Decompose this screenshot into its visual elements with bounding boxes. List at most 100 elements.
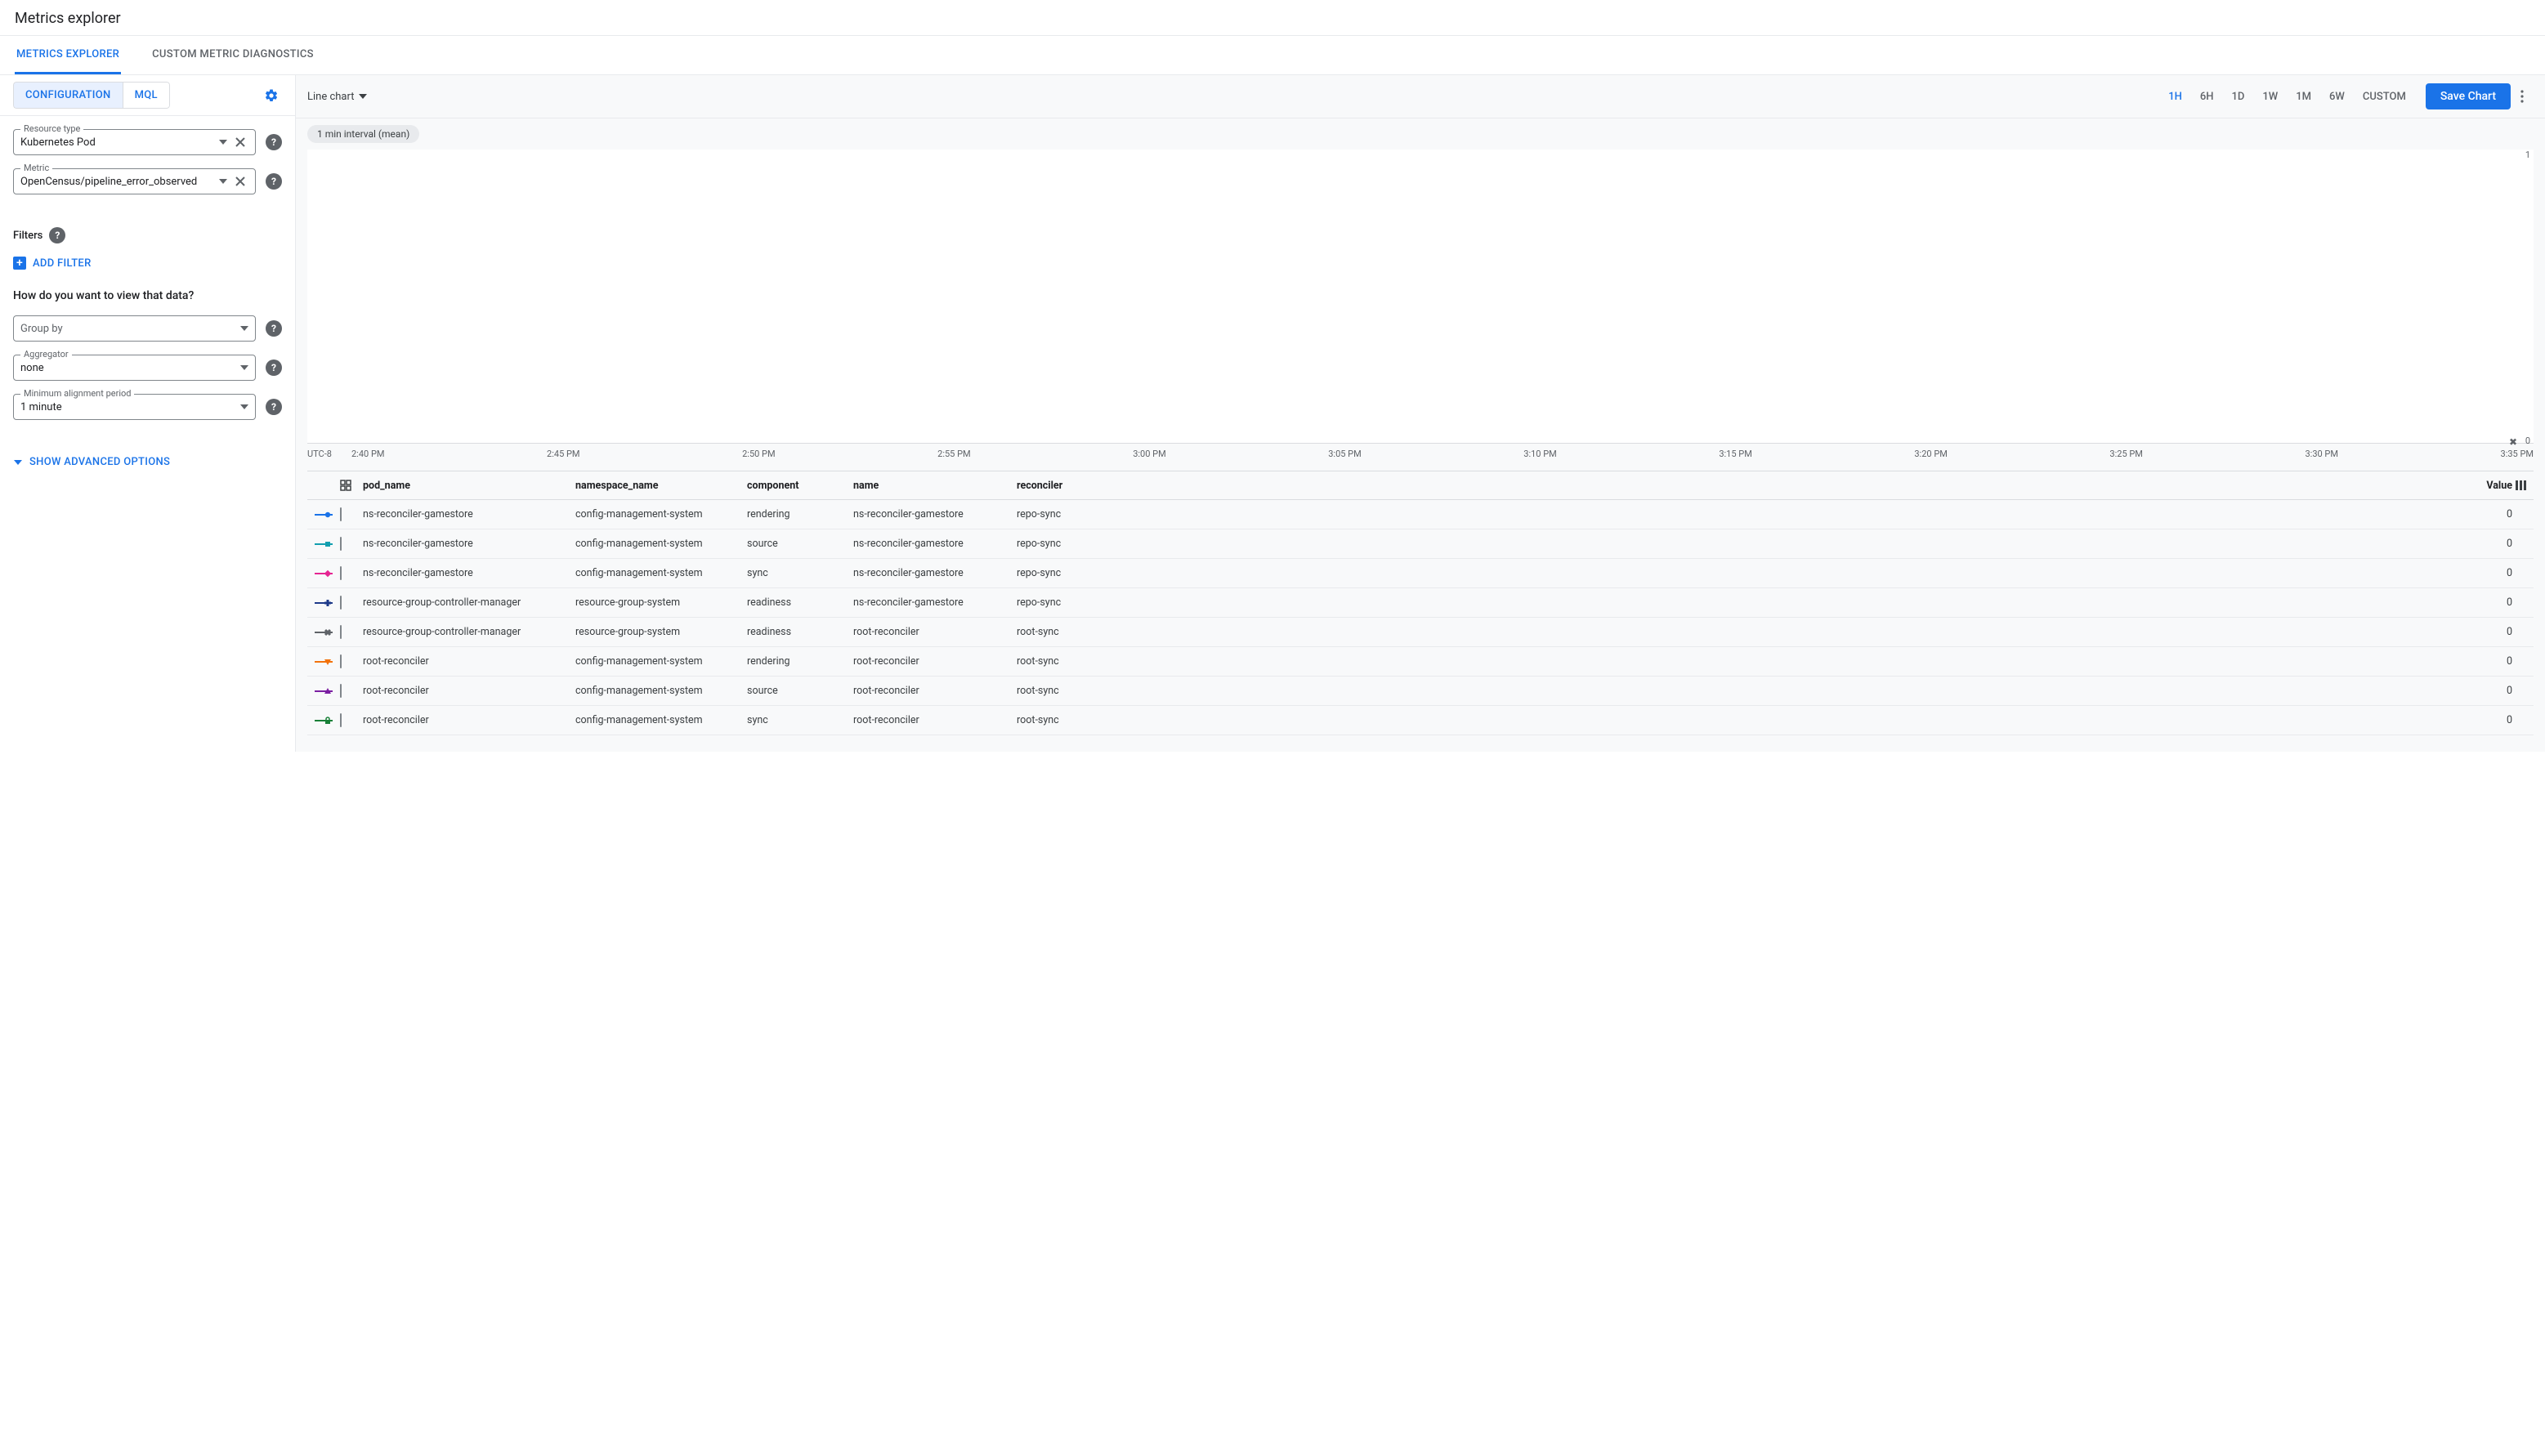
range-1h[interactable]: 1H xyxy=(2168,91,2182,103)
table-row[interactable]: resource-group-controller-manager resour… xyxy=(307,588,2534,618)
x-tick: 2:50 PM xyxy=(742,449,775,459)
x-tick: 3:20 PM xyxy=(1914,449,1947,459)
add-filter-button[interactable]: + ADD FILTER xyxy=(0,243,295,283)
table-icon xyxy=(340,480,363,491)
th-value[interactable]: Value xyxy=(2467,480,2516,492)
help-icon[interactable]: ? xyxy=(266,134,282,150)
cell-pod-name: resource-group-controller-manager xyxy=(363,596,575,609)
cell-name: ns-reconciler-gamestore xyxy=(853,567,1017,579)
x-tick: 3:35 PM xyxy=(2501,449,2534,459)
more-options-button[interactable] xyxy=(2511,90,2534,103)
table-row[interactable]: root-reconciler config-management-system… xyxy=(307,647,2534,677)
range-6h[interactable]: 6H xyxy=(2200,91,2214,103)
table-row[interactable]: ns-reconciler-gamestore config-managemen… xyxy=(307,500,2534,529)
x-tick: 3:10 PM xyxy=(1523,449,1556,459)
cell-component: rendering xyxy=(747,655,853,668)
cell-reconciler: root-sync xyxy=(1017,685,2467,697)
table-row[interactable]: root-reconciler config-management-system… xyxy=(307,677,2534,706)
time-range-group: 1H 6H 1D 1W 1M 6W CUSTOM xyxy=(2168,91,2406,103)
aggregator-select[interactable]: Aggregator none xyxy=(13,355,256,381)
series-checkbox[interactable] xyxy=(340,625,342,639)
cell-reconciler: root-sync xyxy=(1017,655,2467,668)
help-icon[interactable]: ? xyxy=(266,399,282,415)
x-axis-timezone: UTC-8 xyxy=(307,449,351,459)
x-tick: 3:15 PM xyxy=(1719,449,1751,459)
series-checkbox[interactable] xyxy=(340,507,342,521)
table-row[interactable]: resource-group-controller-manager resour… xyxy=(307,618,2534,647)
cell-value: 0 xyxy=(2467,508,2516,520)
clear-resource-type-button[interactable] xyxy=(232,134,248,150)
filters-label: Filters xyxy=(13,230,42,242)
zoom-out-icon[interactable]: ✖ xyxy=(2509,436,2517,448)
series-checkbox[interactable] xyxy=(340,596,342,610)
chart-plot-area[interactable]: 1 ✖ 0 xyxy=(307,150,2534,444)
group-by-select[interactable]: Group by xyxy=(13,315,256,342)
th-name[interactable]: name xyxy=(853,480,1017,492)
gear-icon[interactable] xyxy=(261,85,282,106)
configuration-panel: CONFIGURATION MQL Resource type Kubernet… xyxy=(0,75,296,752)
series-checkbox[interactable] xyxy=(340,654,342,668)
table-row[interactable]: ns-reconciler-gamestore config-managemen… xyxy=(307,559,2534,588)
series-checkbox[interactable] xyxy=(340,537,342,551)
help-icon[interactable]: ? xyxy=(266,320,282,337)
mode-mql-button[interactable]: MQL xyxy=(123,82,170,109)
range-custom[interactable]: CUSTOM xyxy=(2363,91,2406,103)
columns-icon[interactable] xyxy=(2516,480,2534,490)
group-by-placeholder: Group by xyxy=(20,323,240,335)
series-checkbox[interactable] xyxy=(340,566,342,580)
range-1w[interactable]: 1W xyxy=(2262,91,2278,103)
cell-pod-name: root-reconciler xyxy=(363,685,575,697)
metric-value: OpenCensus/pipeline_error_observed xyxy=(20,176,219,188)
show-advanced-options-button[interactable]: SHOW ADVANCED OPTIONS xyxy=(0,446,295,478)
cell-name: ns-reconciler-gamestore xyxy=(853,508,1017,520)
cell-value: 0 xyxy=(2467,685,2516,697)
help-icon[interactable]: ? xyxy=(266,173,282,190)
help-icon[interactable]: ? xyxy=(49,227,65,243)
table-row[interactable]: ns-reconciler-gamestore config-managemen… xyxy=(307,529,2534,559)
chart-type-select[interactable]: Line chart xyxy=(307,91,367,103)
cell-namespace-name: config-management-system xyxy=(575,685,747,697)
cell-name: ns-reconciler-gamestore xyxy=(853,538,1017,550)
cell-component: source xyxy=(747,538,853,550)
chevron-down-icon xyxy=(240,404,248,409)
th-pod-name[interactable]: pod_name xyxy=(363,480,575,492)
cell-name: root-reconciler xyxy=(853,655,1017,668)
series-swatch-icon xyxy=(307,685,340,698)
chevron-down-icon xyxy=(240,365,248,370)
range-1d[interactable]: 1D xyxy=(2232,91,2245,103)
table-row[interactable]: root-reconciler config-management-system… xyxy=(307,706,2534,735)
help-icon[interactable]: ? xyxy=(266,360,282,376)
series-checkbox[interactable] xyxy=(340,713,342,727)
cell-pod-name: ns-reconciler-gamestore xyxy=(363,538,575,550)
clear-metric-button[interactable] xyxy=(232,173,248,190)
x-tick: 2:45 PM xyxy=(547,449,579,459)
mode-configuration-button[interactable]: CONFIGURATION xyxy=(13,82,123,109)
range-1m[interactable]: 1M xyxy=(2296,91,2311,103)
series-swatch-icon xyxy=(307,655,340,668)
resource-type-select[interactable]: Resource type Kubernetes Pod xyxy=(13,129,256,155)
chevron-down-icon xyxy=(13,458,23,467)
cell-component: readiness xyxy=(747,626,853,638)
range-6w[interactable]: 6W xyxy=(2329,91,2345,103)
tab-custom-metric-diagnostics[interactable]: CUSTOM METRIC DIAGNOSTICS xyxy=(150,36,315,74)
th-component[interactable]: component xyxy=(747,480,853,492)
advanced-options-label: SHOW ADVANCED OPTIONS xyxy=(29,456,170,468)
series-checkbox[interactable] xyxy=(340,684,342,698)
metric-select[interactable]: Metric OpenCensus/pipeline_error_observe… xyxy=(13,168,256,194)
legend-table: pod_name namespace_name component name r… xyxy=(296,471,2545,752)
cell-name: root-reconciler xyxy=(853,714,1017,726)
th-reconciler[interactable]: reconciler xyxy=(1017,480,2467,492)
save-chart-button[interactable]: Save Chart xyxy=(2426,83,2511,109)
tab-metrics-explorer[interactable]: METRICS EXPLORER xyxy=(15,36,121,74)
min-alignment-select[interactable]: Minimum alignment period 1 minute xyxy=(13,394,256,420)
cell-value: 0 xyxy=(2467,538,2516,550)
x-tick: 3:25 PM xyxy=(2109,449,2142,459)
cell-component: readiness xyxy=(747,596,853,609)
series-swatch-icon xyxy=(307,567,340,580)
metric-label: Metric xyxy=(20,163,52,173)
cell-pod-name: ns-reconciler-gamestore xyxy=(363,567,575,579)
aggregator-label: Aggregator xyxy=(20,349,72,360)
resource-type-label: Resource type xyxy=(20,123,83,134)
x-tick: 3:05 PM xyxy=(1328,449,1361,459)
th-namespace-name[interactable]: namespace_name xyxy=(575,480,747,492)
